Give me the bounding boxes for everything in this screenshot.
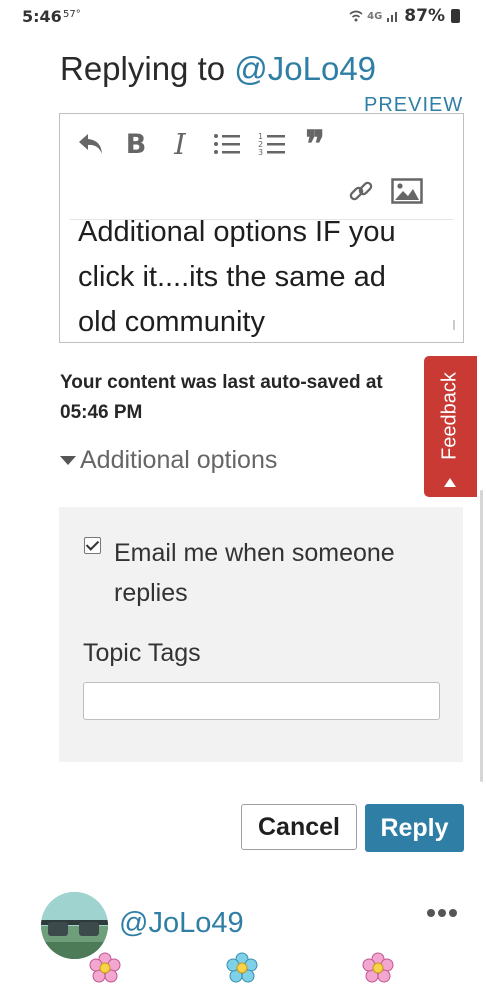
blue-flower-icon: [226, 952, 258, 983]
italic-icon: I: [174, 127, 186, 161]
pink-flower-icon: [89, 952, 121, 983]
additional-options-toggle[interactable]: Additional options: [60, 446, 277, 475]
bulleted-list-button[interactable]: [210, 127, 244, 161]
cancel-button[interactable]: Cancel: [241, 804, 357, 850]
bulleted-list-icon: [214, 134, 240, 154]
page-scrollbar[interactable]: [480, 490, 483, 782]
author-name[interactable]: @JoLo49: [119, 907, 244, 940]
feedback-label: Feedback: [438, 372, 461, 460]
editor-line: Additional options IF you: [78, 216, 396, 248]
image-icon: [391, 178, 423, 204]
numbered-list-icon: 123: [258, 132, 285, 157]
arrow-up-icon: [444, 478, 456, 487]
reply-icon: [79, 134, 102, 154]
dot-icon: [449, 909, 457, 917]
insert-image-button[interactable]: [390, 174, 424, 208]
quote-icon: ❞: [305, 123, 325, 165]
autosave-time: 05:46 PM: [60, 402, 143, 423]
email-notify-checkbox[interactable]: [84, 537, 101, 554]
bold-icon: B: [125, 128, 147, 160]
quote-button[interactable]: ❞: [298, 123, 332, 165]
reply-button[interactable]: Reply: [365, 804, 464, 852]
more-options-button[interactable]: [427, 909, 457, 917]
reply-mention-link[interactable]: @JoLo49: [234, 50, 376, 87]
numbered-list-button[interactable]: 123: [255, 127, 289, 161]
battery-icon: [451, 9, 460, 23]
additional-options-label: Additional options: [80, 446, 278, 474]
topic-tags-label: Topic Tags: [83, 639, 201, 667]
additional-options-panel: Email me when someone replies Topic Tags: [59, 507, 463, 762]
editor-content[interactable]: Additional options IF you click it....it…: [78, 210, 448, 342]
italic-button[interactable]: I: [163, 127, 197, 161]
topic-tags-input[interactable]: [83, 682, 440, 720]
battery-percent: 87%: [404, 6, 445, 26]
autosave-message: Your content was last auto-saved at: [60, 372, 383, 393]
link-icon: [349, 181, 373, 201]
reply-editor[interactable]: B I 123 ❞ Additional options IF you clic…: [59, 113, 464, 343]
title-prefix: Replying to: [60, 50, 235, 87]
dot-icon: [438, 909, 446, 917]
status-bar: 5:46 57° 4G 87%: [0, 0, 486, 32]
email-notify-label[interactable]: Email me when someone replies: [114, 533, 434, 613]
dot-icon: [427, 909, 435, 917]
caret-down-icon: [60, 456, 76, 465]
status-indicators: 4G 87%: [349, 6, 460, 26]
pink-flower-icon: [362, 952, 394, 983]
network-type: 4G: [367, 10, 383, 22]
page-title: Replying to @JoLo49: [60, 50, 376, 88]
editor-line: click it....its the same ad: [78, 261, 386, 293]
status-temperature: 57°: [63, 9, 81, 20]
bold-button[interactable]: B: [119, 127, 153, 161]
signal-icon: [387, 12, 398, 22]
editor-scrollbar[interactable]: [453, 320, 455, 330]
status-time: 5:46: [22, 7, 62, 26]
insert-link-button[interactable]: [344, 174, 378, 208]
wifi-icon: [349, 10, 363, 22]
autosave-status: Your content was last auto-saved at 05:4…: [60, 368, 430, 428]
svg-text:3: 3: [258, 148, 263, 157]
avatar-image: [41, 892, 108, 959]
feedback-tab[interactable]: Feedback: [424, 356, 477, 497]
undo-button[interactable]: [74, 127, 108, 161]
editor-line: old community: [78, 306, 265, 338]
avatar[interactable]: [41, 892, 108, 959]
